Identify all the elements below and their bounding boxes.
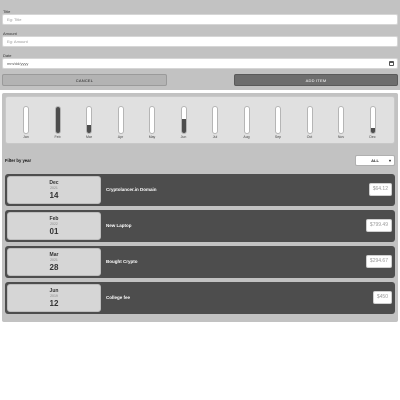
amount-input[interactable]: Eg: Amount xyxy=(2,36,398,47)
expenses-panel: Jan Feb Mar Apr May Jun Jul Aug Sep Oct Nov Dec Fil… xyxy=(2,93,398,322)
chart-bar-sep: Sep xyxy=(275,106,283,141)
chevron-down-icon: ▾ xyxy=(388,158,391,163)
chart-bar-track xyxy=(23,106,29,134)
expense-item[interactable]: Feb 2022 01 New Laptop $799.49 xyxy=(5,210,395,242)
chart-bar-label: Oct xyxy=(306,135,313,139)
chart-bar-oct: Oct xyxy=(306,106,315,141)
chart-bar-track xyxy=(338,106,344,134)
chart-bar-track xyxy=(306,106,313,134)
chart-bar-label: Nov xyxy=(337,135,345,139)
expense-item[interactable]: Dec 2021 14 Cryptolancer.in Domain $64.12 xyxy=(5,174,395,206)
chart-bar-aug: Aug xyxy=(243,106,252,141)
chart-bar-fill xyxy=(87,125,91,133)
expense-title: Cryptolancer.in Domain xyxy=(106,187,157,192)
expense-amount: $799.49 xyxy=(365,219,392,232)
expense-year: 2021 xyxy=(50,186,58,190)
expense-date: Feb 2022 01 xyxy=(7,212,101,240)
expense-amount: $450 xyxy=(372,291,392,304)
chart-bar-feb: Feb xyxy=(54,106,63,141)
expense-title: College fee xyxy=(106,295,131,300)
chart-bar-track xyxy=(180,106,187,134)
expenses-filter: Filter by year ALL ▾ xyxy=(5,155,395,167)
expense-year: 2022 xyxy=(50,222,58,226)
new-expense-form: Title Eg: Title Amount Eg: Amount Date m… xyxy=(0,0,400,90)
expense-year: 2021 xyxy=(50,258,58,262)
title-input[interactable]: Eg: Title xyxy=(2,14,398,25)
chart-bar-label: Aug xyxy=(243,135,250,139)
expense-title: New Laptop xyxy=(106,223,132,228)
chart-bar-track xyxy=(149,106,155,134)
chart-bar-jun: Jun xyxy=(180,106,189,141)
chart-bar-label: Jan xyxy=(23,135,29,139)
year-filter-value: ALL xyxy=(371,158,379,163)
expense-day: 01 xyxy=(49,227,59,236)
expense-item[interactable]: Jun 2019 12 College fee $450 xyxy=(5,282,395,314)
chart-bar-fill xyxy=(181,118,186,133)
expense-date: Mar 2021 28 xyxy=(7,248,101,276)
chart-bar-track xyxy=(369,106,376,134)
chart-bar-fill xyxy=(370,127,375,133)
chart-bar-dec: Dec xyxy=(369,106,378,141)
expense-item[interactable]: Mar 2021 28 Bought Crypto $294.67 xyxy=(5,246,395,278)
expense-year: 2019 xyxy=(50,294,58,298)
chart-bar-label: Dec xyxy=(369,135,376,139)
chart-bar-track xyxy=(212,106,218,134)
chart-bar-track xyxy=(243,106,250,134)
expense-amount: $294.67 xyxy=(365,255,392,268)
calendar-icon[interactable] xyxy=(389,61,394,66)
expense-title: Bought Crypto xyxy=(106,259,138,264)
chart-bar-label: Jun xyxy=(180,135,187,139)
chart-bar-label: Feb xyxy=(54,135,61,139)
chart-bar-track xyxy=(117,106,124,134)
chart-bar-label: Mar xyxy=(85,135,93,139)
chart-bar-track xyxy=(54,106,61,134)
chart-bar-label: Apr xyxy=(117,135,124,139)
chart-bar-may: May xyxy=(149,106,157,141)
chart-bar-fill xyxy=(55,107,60,133)
chart-bar-track xyxy=(86,106,92,134)
monthly-expenses-chart: Jan Feb Mar Apr May Jun Jul Aug Sep Oct Nov Dec xyxy=(5,96,395,144)
expense-date: Jun 2019 12 xyxy=(7,284,101,312)
date-input[interactable]: mm/dd/yyyy xyxy=(2,58,398,69)
expense-date: Dec 2021 14 xyxy=(7,176,101,204)
expense-amount: $64.12 xyxy=(368,183,392,196)
chart-bar-label: Sep xyxy=(274,135,282,139)
chart-bar-label: May xyxy=(148,135,156,139)
year-filter-select[interactable]: ALL ▾ xyxy=(355,155,395,166)
chart-bar-track xyxy=(275,106,281,134)
expense-day: 14 xyxy=(49,191,59,200)
chart-bar-apr: Apr xyxy=(117,106,126,141)
expense-day: 28 xyxy=(49,263,59,272)
chart-bar-jul: Jul xyxy=(212,106,220,141)
date-value: mm/dd/yyyy xyxy=(7,61,29,66)
expense-day: 12 xyxy=(49,299,59,308)
cancel-button[interactable]: CANCEL xyxy=(2,74,167,86)
chart-bar-label: Jul xyxy=(212,135,218,139)
filter-label: Filter by year xyxy=(5,158,32,163)
chart-bar-nov: Nov xyxy=(338,106,346,141)
add-item-button[interactable]: ADD ITEM xyxy=(234,74,398,86)
chart-bar-mar: Mar xyxy=(86,106,94,141)
chart-bar-jan: Jan xyxy=(23,106,31,141)
